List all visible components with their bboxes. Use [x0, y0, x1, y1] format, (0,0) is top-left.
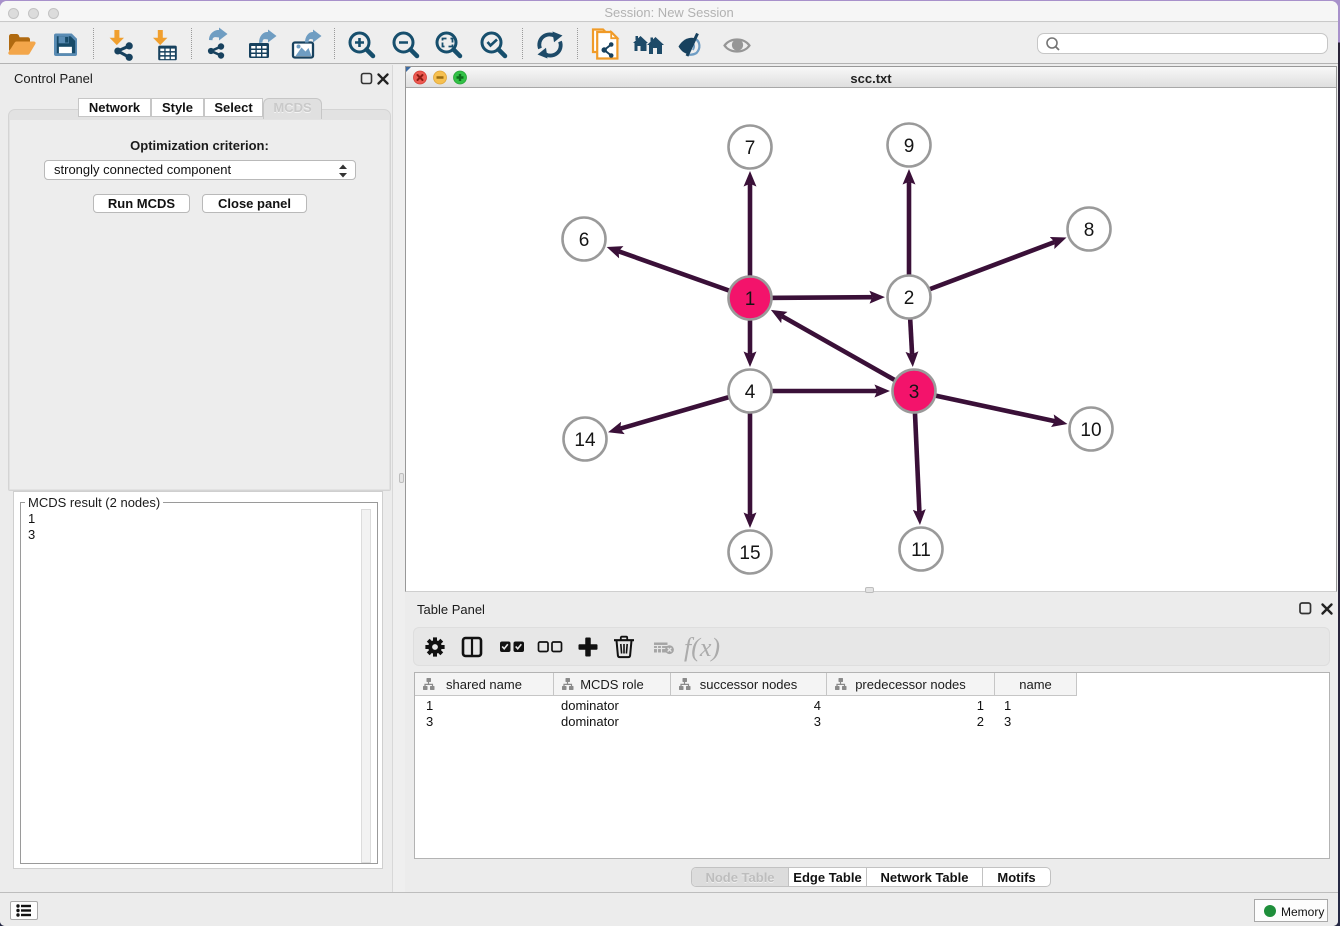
svg-text:2: 2 — [904, 288, 915, 309]
svg-text:14: 14 — [574, 430, 596, 451]
svg-text:9: 9 — [904, 136, 915, 157]
svg-text:4: 4 — [745, 382, 756, 403]
svg-text:11: 11 — [911, 540, 931, 561]
svg-text:8: 8 — [1084, 220, 1095, 241]
svg-text:1: 1 — [745, 289, 756, 310]
svg-text:f(x): f(x) — [684, 633, 720, 662]
svg-text:7: 7 — [745, 138, 756, 159]
svg-text:3: 3 — [909, 382, 920, 403]
svg-text:15: 15 — [739, 543, 760, 564]
svg-text:10: 10 — [1080, 420, 1101, 441]
svg-text:6: 6 — [579, 230, 590, 251]
